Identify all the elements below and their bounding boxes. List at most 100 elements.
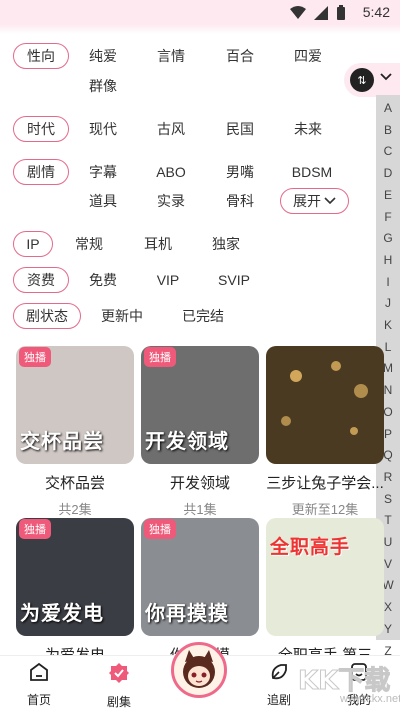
filter-label-zifei[interactable]: 资费	[13, 267, 69, 293]
alphabet-letter[interactable]: E	[384, 185, 392, 207]
drama-cover: 独播 你再摸摸	[141, 518, 259, 636]
mascot-icon	[183, 650, 215, 688]
drama-title: 三步让兔子学会...	[266, 475, 384, 492]
exclusive-badge: 独播	[144, 519, 176, 539]
filter-option[interactable]: 四爱	[278, 46, 338, 66]
alphabet-letter[interactable]: U	[384, 532, 393, 554]
tab-home-label: 首页	[26, 693, 51, 707]
watermark-url: www.kkx.net	[340, 693, 400, 705]
drama-cover: 独播 开发领域	[141, 346, 259, 464]
filter-option[interactable]: 更新中	[92, 306, 152, 326]
alphabet-letter[interactable]: R	[384, 467, 393, 489]
filter-label-juzhuangtai[interactable]: 剧状态	[13, 303, 81, 329]
filter-option[interactable]: 古风	[141, 119, 201, 139]
drama-episodes: 更新至12集	[291, 502, 359, 517]
exclusive-badge: 独播	[19, 519, 51, 539]
filter-option[interactable]: 现代	[73, 119, 133, 139]
alphabet-letter[interactable]: F	[384, 207, 391, 229]
exclusive-badge: 独播	[19, 347, 51, 367]
alphabet-letter[interactable]: H	[384, 250, 393, 272]
alphabet-letter[interactable]: I	[386, 272, 389, 294]
exclusive-badge: 独播	[144, 347, 176, 367]
watermark-logo: KK下载	[297, 666, 391, 697]
drama-card[interactable]: 全职高手 全职高手 第三	[266, 518, 384, 665]
drama-episodes: 共2集	[58, 502, 92, 517]
drama-cover: 独播 交杯品尝	[16, 346, 134, 464]
status-bar: 5:42	[0, 0, 400, 24]
drama-title: 开发领域	[169, 475, 230, 492]
filter-option[interactable]: SVIP	[204, 270, 264, 290]
tab-drama[interactable]: 剧集	[89, 662, 149, 710]
drama-cover: 全职高手	[266, 518, 384, 636]
chevron-down-icon	[380, 73, 392, 81]
filter-option[interactable]: 骨科	[210, 191, 270, 211]
drama-cover: 独播 为爱发电	[16, 518, 134, 636]
filter-option[interactable]: 独家	[196, 234, 256, 254]
alphabet-letter[interactable]: L	[385, 337, 392, 359]
alphabet-letter[interactable]: Y	[384, 619, 392, 641]
alphabet-letter[interactable]: K	[384, 315, 392, 337]
alphabet-letter[interactable]: X	[384, 597, 392, 619]
follow-icon	[271, 664, 287, 680]
filter-option[interactable]: 实录	[141, 191, 201, 211]
alphabet-letter[interactable]: N	[384, 380, 393, 402]
alphabet-letter[interactable]: G	[383, 228, 392, 250]
filter-label-juqing[interactable]: 剧情	[13, 159, 69, 185]
chevron-down-icon	[324, 197, 336, 205]
alphabet-letter[interactable]: P	[384, 424, 392, 446]
cover-title: 开发领域	[145, 429, 229, 453]
alphabet-letter[interactable]: C	[384, 141, 393, 163]
sort-icon: ⇅	[350, 68, 374, 92]
filter-option[interactable]: 男嘴	[210, 162, 270, 182]
alphabet-letter[interactable]: O	[383, 402, 392, 424]
filter-label-shidai[interactable]: 时代	[13, 116, 69, 142]
status-icons	[290, 5, 346, 20]
alphabet-letter[interactable]: A	[384, 98, 392, 120]
tab-home[interactable]: 首页	[9, 662, 69, 708]
alphabet-letter[interactable]: T	[384, 510, 391, 532]
alphabet-letter[interactable]: S	[384, 489, 392, 511]
cover-title: 全职高手	[270, 536, 351, 558]
alphabet-letter[interactable]: M	[383, 358, 393, 380]
filter-option[interactable]: 耳机	[128, 234, 188, 254]
cover-art	[281, 361, 368, 435]
alphabet-letter[interactable]: V	[384, 554, 392, 576]
status-time: 5:42	[362, 4, 390, 20]
filter-option[interactable]: 群像	[73, 76, 133, 96]
home-icon	[30, 662, 48, 681]
drama-icon	[109, 663, 129, 683]
alphabet-letter[interactable]: B	[384, 120, 392, 142]
filter-option[interactable]: BDSM	[282, 162, 342, 182]
drama-card[interactable]: 独播 交杯品尝 交杯品尝 共2集	[16, 346, 134, 518]
cover-title: 交杯品尝	[20, 429, 104, 453]
cover-title: 为爱发电	[20, 601, 104, 625]
filter-option[interactable]: 言情	[141, 46, 201, 66]
drama-cover	[266, 346, 384, 464]
sort-toggle-button[interactable]: ⇅	[344, 63, 400, 97]
filter-label-xingxiang[interactable]: 性向	[13, 43, 69, 69]
filter-option[interactable]: 纯爱	[73, 46, 133, 66]
filter-option[interactable]: 字幕	[73, 162, 133, 182]
drama-card[interactable]: 独播 开发领域 开发领域 共1集	[141, 346, 259, 518]
filter-option[interactable]: 百合	[210, 46, 270, 66]
alphabet-letter[interactable]: Q	[383, 445, 392, 467]
alphabet-letter[interactable]: D	[384, 163, 393, 185]
drama-card[interactable]: 独播 为爱发电 为爱发电	[16, 518, 134, 665]
tab-drama-label: 剧集	[106, 695, 131, 709]
drama-card[interactable]: 三步让兔子学会... 更新至12集	[266, 346, 384, 518]
center-avatar-button[interactable]	[171, 642, 227, 698]
cover-title: 你再摸摸	[145, 601, 229, 625]
alphabet-letter[interactable]: W	[382, 575, 393, 597]
expand-button[interactable]: 展开	[280, 188, 349, 214]
filter-option[interactable]: 常规	[59, 234, 119, 254]
filter-option[interactable]: ABO	[141, 162, 201, 182]
filter-label-ip[interactable]: IP	[13, 231, 53, 257]
expand-label: 展开	[293, 193, 321, 209]
filter-option[interactable]: 未来	[278, 119, 338, 139]
filter-option[interactable]: 道具	[73, 191, 133, 211]
filter-option[interactable]: 民国	[210, 119, 270, 139]
filter-option[interactable]: 免费	[73, 270, 133, 290]
filter-option[interactable]: 已完结	[173, 306, 233, 326]
filter-option[interactable]: VIP	[138, 270, 198, 290]
alphabet-letter[interactable]: J	[385, 293, 391, 315]
